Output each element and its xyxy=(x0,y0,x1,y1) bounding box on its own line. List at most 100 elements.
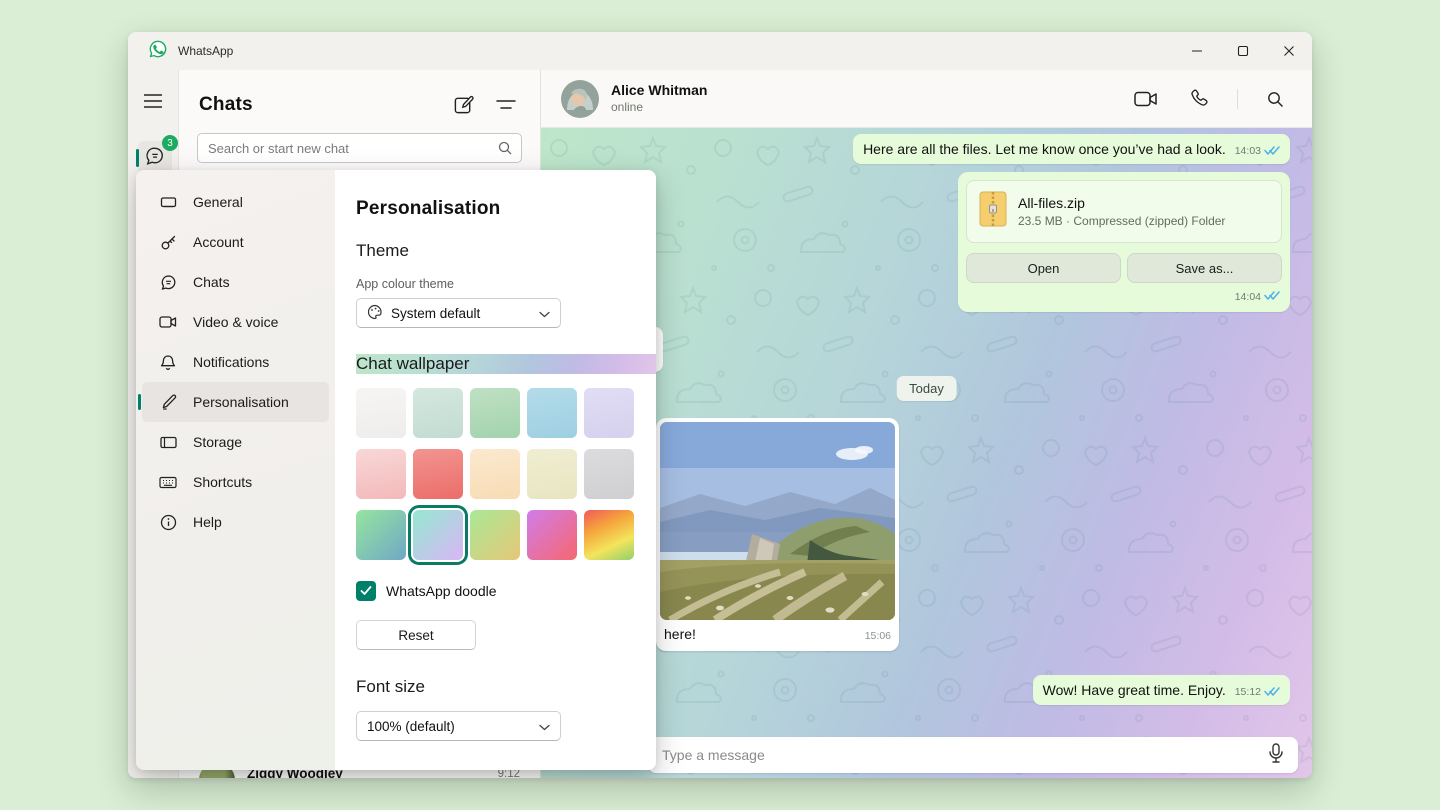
app-title: WhatsApp xyxy=(178,44,233,58)
filter-chats-button[interactable] xyxy=(492,93,520,117)
chats-panel-title: Chats xyxy=(199,94,253,116)
chat-bubble-icon xyxy=(159,274,177,291)
read-receipt-icon xyxy=(1264,143,1280,159)
wallpaper-swatch-12-selected[interactable] xyxy=(413,510,463,560)
open-file-button[interactable]: Open xyxy=(966,253,1121,283)
conversation-pane: Alice Whitman online xyxy=(541,70,1312,778)
chevron-down-icon xyxy=(539,719,550,734)
settings-item-video-voice[interactable]: Video & voice xyxy=(142,302,329,342)
wallpaper-swatch-4[interactable] xyxy=(527,388,577,438)
storage-card-icon xyxy=(159,436,177,449)
settings-item-chats[interactable]: Chats xyxy=(142,262,329,302)
selected-indicator xyxy=(138,394,141,410)
conversation-header: Alice Whitman online xyxy=(541,70,1312,128)
wallpaper-swatch-11[interactable] xyxy=(356,510,406,560)
wallpaper-swatch-3[interactable] xyxy=(470,388,520,438)
message-time: 15:06 xyxy=(865,630,891,642)
wallpaper-swatch-1[interactable] xyxy=(356,388,406,438)
maximize-button[interactable] xyxy=(1220,32,1266,70)
message-time: 14:04 xyxy=(1235,291,1261,303)
whatsapp-doodle-checkbox[interactable] xyxy=(356,581,376,601)
wallpaper-swatch-10[interactable] xyxy=(584,449,634,499)
chat-wallpaper-heading: Chat wallpaper xyxy=(356,354,656,374)
wallpaper-swatch-7[interactable] xyxy=(413,449,463,499)
chat-wallpaper: Here are all the files. Let me know once… xyxy=(541,128,1312,778)
zip-file-icon xyxy=(979,191,1007,232)
paintbrush-icon xyxy=(159,394,177,411)
settings-item-help[interactable]: Help xyxy=(142,502,329,542)
settings-item-label: Video & voice xyxy=(193,314,278,330)
settings-item-notifications[interactable]: Notifications xyxy=(142,342,329,382)
whatsapp-logo-icon xyxy=(148,39,168,64)
settings-item-general[interactable]: General xyxy=(142,182,329,222)
unread-badge: 3 xyxy=(162,135,178,151)
wallpaper-swatch-14[interactable] xyxy=(527,510,577,560)
message-outgoing[interactable]: Wow! Have great time. Enjoy. 15:12 xyxy=(1033,675,1290,705)
new-chat-button[interactable] xyxy=(449,90,478,119)
message-text: Here are all the files. Let me know once… xyxy=(863,141,1226,157)
theme-value: System default xyxy=(391,306,480,321)
file-card[interactable]: All-files.zip 23.5 MB · Compressed (zipp… xyxy=(966,180,1282,243)
wallpaper-swatch-8[interactable] xyxy=(470,449,520,499)
info-icon xyxy=(159,514,177,531)
font-size-dropdown[interactable]: 100% (default) xyxy=(356,711,561,741)
message-file-attachment[interactable]: All-files.zip 23.5 MB · Compressed (zipp… xyxy=(958,172,1290,312)
wallpaper-swatch-13[interactable] xyxy=(470,510,520,560)
file-meta: 23.5 MB · Compressed (zipped) Folder xyxy=(1018,213,1225,229)
settings-item-label: Notifications xyxy=(193,354,269,370)
message-outgoing[interactable]: Here are all the files. Let me know once… xyxy=(853,134,1290,164)
whatsapp-window: WhatsApp 3 Chats xyxy=(128,32,1312,778)
reset-button[interactable]: Reset xyxy=(356,620,476,650)
key-icon xyxy=(159,234,177,251)
wallpaper-swatch-5[interactable] xyxy=(584,388,634,438)
microphone-icon[interactable] xyxy=(1268,743,1284,768)
settings-nav: General Account Chats Video & voice Noti… xyxy=(136,170,335,770)
chat-bubble-icon xyxy=(145,146,165,171)
settings-item-label: Shortcuts xyxy=(193,474,252,490)
close-button[interactable] xyxy=(1266,32,1312,70)
wallpaper-swatch-6[interactable] xyxy=(356,449,406,499)
voice-call-button[interactable] xyxy=(1186,85,1213,112)
video-call-button[interactable] xyxy=(1130,86,1162,112)
settings-item-account[interactable]: Account xyxy=(142,222,329,262)
message-input[interactable] xyxy=(662,747,1268,763)
theme-dropdown[interactable]: System default xyxy=(356,298,561,328)
font-size-value: 100% (default) xyxy=(367,719,455,734)
bell-icon xyxy=(159,354,177,371)
chevron-down-icon xyxy=(539,306,550,321)
settings-item-label: General xyxy=(193,194,243,210)
wallpaper-swatch-2[interactable] xyxy=(413,388,463,438)
settings-item-personalisation[interactable]: Personalisation xyxy=(142,382,329,422)
window-controls xyxy=(1174,32,1312,70)
panel-title: Personalisation xyxy=(356,198,656,220)
whatsapp-doodle-label: WhatsApp doodle xyxy=(386,583,497,599)
contact-avatar[interactable] xyxy=(561,80,599,118)
menu-icon[interactable] xyxy=(144,94,178,113)
search-in-chat-button[interactable] xyxy=(1262,86,1288,112)
keyboard-icon xyxy=(159,476,177,489)
wallpaper-swatch-9[interactable] xyxy=(527,449,577,499)
save-file-button[interactable]: Save as... xyxy=(1127,253,1282,283)
photo-mountain-landscape[interactable] xyxy=(660,422,895,620)
read-receipt-icon xyxy=(1264,684,1280,700)
message-time: 14:03 xyxy=(1235,145,1261,157)
personalisation-panel: Personalisation Theme App colour theme S… xyxy=(335,170,656,770)
search-input[interactable] xyxy=(197,133,522,163)
message-image[interactable]: here! 15:06 xyxy=(656,418,899,651)
title-bar: WhatsApp xyxy=(128,32,1312,70)
minimize-button[interactable] xyxy=(1174,32,1220,70)
wallpaper-swatch-15[interactable] xyxy=(584,510,634,560)
settings-item-label: Help xyxy=(193,514,222,530)
settings-item-label: Storage xyxy=(193,434,242,450)
message-text: Wow! Have great time. Enjoy. xyxy=(1043,682,1226,698)
monitor-icon xyxy=(159,194,177,211)
font-size-heading: Font size xyxy=(356,677,656,697)
theme-heading: Theme xyxy=(356,241,656,261)
palette-icon xyxy=(367,304,383,323)
video-camera-icon xyxy=(159,315,177,329)
settings-item-shortcuts[interactable]: Shortcuts xyxy=(142,462,329,502)
header-divider xyxy=(1237,89,1238,109)
date-divider: Today xyxy=(896,376,957,401)
image-caption: here! xyxy=(664,626,696,642)
settings-item-storage[interactable]: Storage xyxy=(142,422,329,462)
